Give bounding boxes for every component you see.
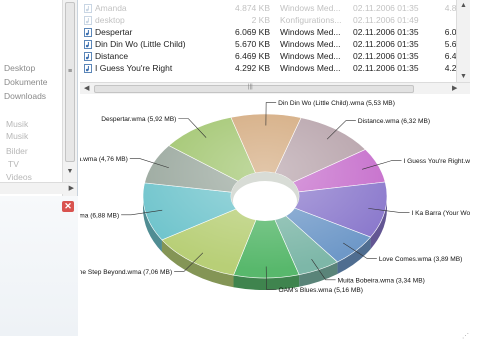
file-type: Windows Med...	[280, 63, 341, 73]
file-type: Windows Med...	[280, 3, 341, 13]
explorer-window: Desktop Dokumente Downloads Musik Musik …	[0, 0, 482, 347]
scroll-left-arrow-icon[interactable]: ◀	[84, 84, 89, 92]
file-row[interactable]: Amanda 4.874 KB Windows Med... 02.11.2006 0…	[80, 2, 470, 14]
scroll-right-arrow-icon[interactable]: ▶	[69, 184, 74, 192]
file-row[interactable]: Despertar 6.069 KB Windows Med... 02.11.200…	[80, 26, 470, 38]
scroll-down-arrow-icon[interactable]: ▼	[460, 73, 467, 80]
chart-slice-label: ony_No_3.wma (6,88 MB)	[80, 212, 119, 219]
nav-item-desktop[interactable]: Desktop	[4, 62, 35, 74]
file-type: Windows Med...	[280, 39, 341, 49]
nav-horizontal-scrollbar[interactable]: ▶	[0, 182, 77, 194]
file-list-scroll-thumb[interactable]	[94, 85, 414, 93]
file-row[interactable]: Distance 6.469 KB Windows Med... 02.11.2006…	[80, 50, 470, 62]
grip-icon: |||	[248, 84, 253, 90]
scroll-right-arrow-icon[interactable]: ▶	[452, 84, 457, 92]
file-list-horizontal-scrollbar[interactable]: ◀ ||| ▶	[80, 82, 470, 94]
audio-file-icon	[84, 4, 92, 13]
file-type: Windows Med...	[280, 51, 341, 61]
scroll-up-arrow-icon[interactable]: ▲	[460, 2, 467, 9]
grip-icon: ≡	[67, 68, 73, 75]
audio-file-icon	[84, 64, 92, 73]
nav-item-downloads[interactable]: Downloads	[4, 90, 46, 102]
scroll-down-arrow-icon[interactable]: ▼	[66, 168, 74, 175]
chart-slice-label: Love Comes.wma (3,89 MB)	[379, 256, 463, 263]
file-row[interactable]: I Guess You're Right 4.292 KB Windows Med.…	[80, 62, 470, 74]
chart-hole	[233, 181, 297, 221]
nav-item-pictures[interactable]: Bilder	[6, 145, 28, 157]
resize-grip-icon[interactable]: ⋰	[462, 332, 469, 340]
navigation-pane: Desktop Dokumente Downloads Musik Musik …	[0, 0, 78, 205]
chart-slice-label: OAM's Blues.wma (5,16 MB)	[279, 287, 363, 294]
audio-file-icon	[84, 52, 92, 61]
file-date: 02.11.2006 01:35	[353, 3, 419, 13]
chart-slice-label: I Ka Barra (Your Work).wm	[412, 210, 470, 217]
file-date: 02.11.2006 01:35	[353, 27, 419, 37]
chart-slice-label: Distance.wma (6,32 MB)	[358, 118, 430, 125]
file-row[interactable]: Din Din Wo (Little Child) 5.670 KB Windows…	[80, 38, 470, 50]
chart-slice-label: Muita Bobeira.wma (3,34 MB)	[338, 277, 425, 284]
file-size: 4.874 KB	[235, 3, 270, 13]
nav-item-music[interactable]: Musik	[6, 118, 28, 130]
file-size: 6.069 KB	[235, 27, 270, 37]
nav-item-music-2[interactable]: Musik	[6, 130, 28, 142]
chart-slice-label: Din Din Wo (Little Child).wma (5,53 MB)	[278, 100, 395, 107]
file-date: 02.11.2006 01:49	[353, 15, 419, 25]
chart-slice-label: Amanda.wma (4,76 MB)	[80, 156, 128, 163]
chart-slice-label: One Step Beyond.wma (7,06 MB)	[80, 269, 172, 276]
file-name: Distance	[95, 51, 129, 61]
close-pane-icon[interactable]: ✕	[62, 201, 74, 212]
nav-scroll-thumb[interactable]	[65, 2, 75, 162]
file-size: 6.469 KB	[235, 51, 270, 61]
nav-item-tv[interactable]: TV	[8, 158, 19, 170]
chart-slice-label: Despertar.wma (5,92 MB)	[101, 116, 176, 123]
nav-vertical-scrollbar[interactable]: ≡ ▼	[62, 0, 77, 205]
size-chart-area: Distance.wma (6,32 MB) I Guess You're Rig…	[80, 96, 470, 336]
nav-item-documents[interactable]: Dokumente	[4, 76, 47, 88]
file-list-vertical-scrollbar[interactable]: ▲ ▼	[456, 0, 470, 82]
file-name: Din Din Wo (Little Child)	[95, 39, 186, 49]
file-type: Windows Med...	[280, 27, 341, 37]
file-name: Amanda	[95, 3, 127, 13]
file-size: 5.670 KB	[235, 39, 270, 49]
file-type: Konfigurations...	[280, 15, 342, 25]
file-size: 2 KB	[251, 15, 270, 25]
file-name: desktop	[95, 15, 125, 25]
audio-file-icon	[84, 28, 92, 37]
donut-chart: Distance.wma (6,32 MB) I Guess You're Rig…	[80, 100, 470, 294]
details-pane	[0, 196, 78, 336]
chart-slice-label: I Guess You're Right.wma (4,10	[403, 158, 470, 165]
file-name: Despertar	[95, 27, 133, 37]
file-date: 02.11.2006 01:35	[353, 63, 419, 73]
audio-file-icon	[84, 16, 92, 25]
file-date: 02.11.2006 01:35	[353, 51, 419, 61]
audio-file-icon	[84, 40, 92, 49]
file-row[interactable]: desktop 2 KB Konfigurations... 02.11.2006 0…	[80, 14, 470, 26]
file-name: I Guess You're Right	[95, 63, 173, 73]
file-size: 4.292 KB	[235, 63, 270, 73]
file-date: 02.11.2006 01:35	[353, 39, 419, 49]
